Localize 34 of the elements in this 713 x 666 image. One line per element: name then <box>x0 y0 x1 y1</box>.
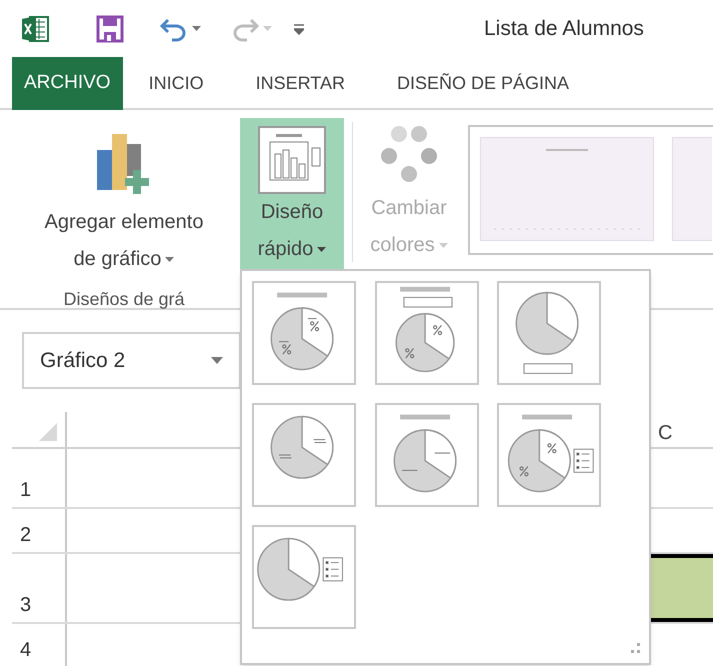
save-icon[interactable] <box>96 14 124 42</box>
ribbon-tab[interactable]: INICIO <box>122 57 230 110</box>
pie-layout-option[interactable] <box>252 525 356 629</box>
pie-layout-option[interactable] <box>497 281 602 385</box>
filled-cell <box>651 554 713 622</box>
row-header[interactable]: 1 <box>12 449 67 507</box>
file-tab[interactable]: ARCHIVO <box>12 57 123 110</box>
caret-icon <box>165 257 174 262</box>
pie-layout-option[interactable] <box>252 281 356 385</box>
pie-layout-option[interactable] <box>497 403 602 507</box>
group-label: Diseños de grá <box>63 288 185 311</box>
chart-style-thumbnail[interactable] <box>672 137 712 241</box>
dropdown-arrow-icon[interactable] <box>211 357 223 364</box>
row-header[interactable]: 2 <box>12 509 67 552</box>
row-header[interactable]: 3 <box>12 554 67 622</box>
quick-layout-button[interactable]: Diseño rápido <box>240 118 344 270</box>
customize-toolbar-icon[interactable] <box>294 22 304 34</box>
chart-layout-icon <box>258 126 326 194</box>
chart-style-thumbnail[interactable] <box>480 137 654 241</box>
caret-icon <box>263 26 272 31</box>
caret-icon <box>438 243 448 248</box>
caret-icon <box>192 26 201 31</box>
window-title: Lista de Alumnos <box>484 16 644 42</box>
add-chart-element-button[interactable]: Agregar elemento de gráfico <box>44 132 204 278</box>
ribbon-tab[interactable]: DISEÑO DE PÁGINA <box>370 57 595 110</box>
ribbon-tab[interactable]: INSERTAR <box>230 57 371 110</box>
pie-layout-option[interactable] <box>374 403 479 507</box>
caret-icon <box>317 247 326 252</box>
pie-layout-option[interactable] <box>252 403 356 507</box>
spreadsheet-app-icon[interactable] <box>20 14 50 44</box>
pie-layout-option[interactable] <box>374 281 479 385</box>
row-header[interactable]: 4 <box>12 624 67 666</box>
name-box[interactable]: Gráfico 2 <box>22 332 241 389</box>
select-all-icon[interactable] <box>39 423 57 441</box>
